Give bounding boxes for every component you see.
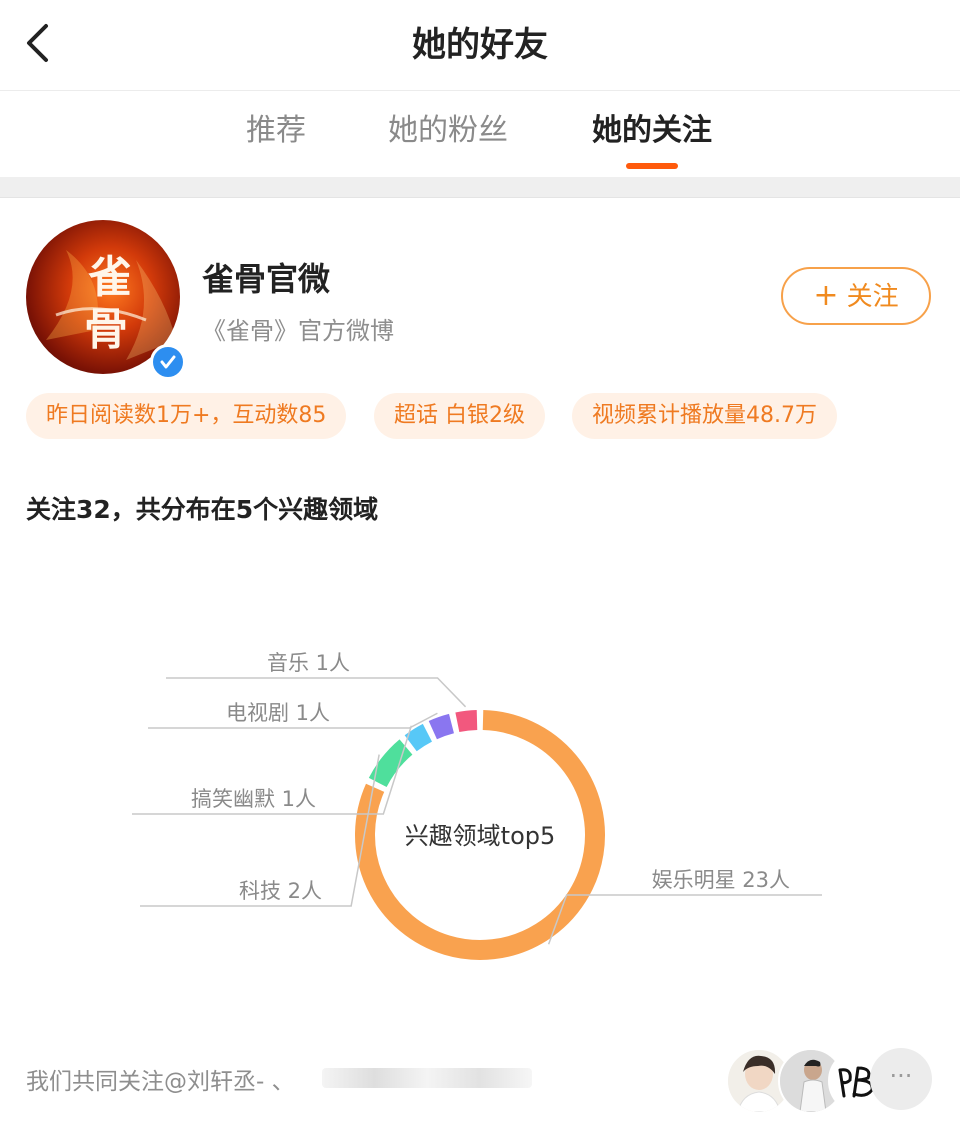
stat-badge-supertopic[interactable]: 超话 白银2级 <box>374 393 545 439</box>
tab-bar: 推荐 她的粉丝 她的关注 <box>0 91 960 177</box>
profile-name[interactable]: 雀骨官微 <box>202 254 330 300</box>
verified-badge-icon <box>150 344 186 380</box>
plus-icon: + <box>813 278 839 313</box>
tab-recommend[interactable]: 推荐 <box>236 91 316 177</box>
redacted-text <box>322 1068 532 1088</box>
follow-button[interactable]: + 关注 <box>781 267 931 325</box>
follow-label: 关注 <box>846 282 899 312</box>
avatar-logo-text-1: 雀 <box>88 252 132 303</box>
slice-label-1: 娱乐明星 23人 <box>652 868 790 892</box>
following-summary: 关注32，共分布在5个兴趣领域 <box>26 495 379 524</box>
donut-slice-2[interactable] <box>368 739 413 788</box>
active-tab-indicator <box>626 163 678 169</box>
nav-bar: 她的好友 <box>0 0 960 91</box>
more-icon[interactable]: ··· <box>870 1048 932 1110</box>
donut-slice-3[interactable] <box>404 723 433 752</box>
donut-slice-4[interactable] <box>428 713 455 740</box>
slice-label-5: 音乐 1人 <box>267 651 350 675</box>
interest-donut-chart: 娱乐明星 23人 科技 2人 搞笑幽默 1人 电视剧 1人 音乐 1人兴趣领域top5 <box>132 651 822 960</box>
leader-line-1 <box>547 894 822 945</box>
page-title: 她的好友 <box>412 25 548 65</box>
stat-badge-video-plays[interactable]: 视频累计播放量48.7万 <box>572 393 837 439</box>
donut-slice-5[interactable] <box>455 710 478 733</box>
tab-her-following[interactable]: 她的关注 <box>584 91 720 177</box>
common-follow-text[interactable]: 我们共同关注@刘轩丞- 、 <box>26 1062 295 1096</box>
tab-her-fans[interactable]: 她的粉丝 <box>380 91 516 177</box>
slice-label-2: 科技 2人 <box>239 879 322 903</box>
section-divider <box>0 177 960 198</box>
chart-center-label: 兴趣领域top5 <box>405 822 556 850</box>
slice-label-4: 电视剧 1人 <box>226 701 330 725</box>
avatar-logo-text-2: 骨 <box>84 304 128 355</box>
stat-badge-reads[interactable]: 昨日阅读数1万+，互动数85 <box>26 393 347 439</box>
slice-label-3: 搞笑幽默 1人 <box>191 787 316 811</box>
profile-description: 《雀骨》官方微博 <box>202 317 394 345</box>
tab-label: 她的关注 <box>592 113 712 148</box>
